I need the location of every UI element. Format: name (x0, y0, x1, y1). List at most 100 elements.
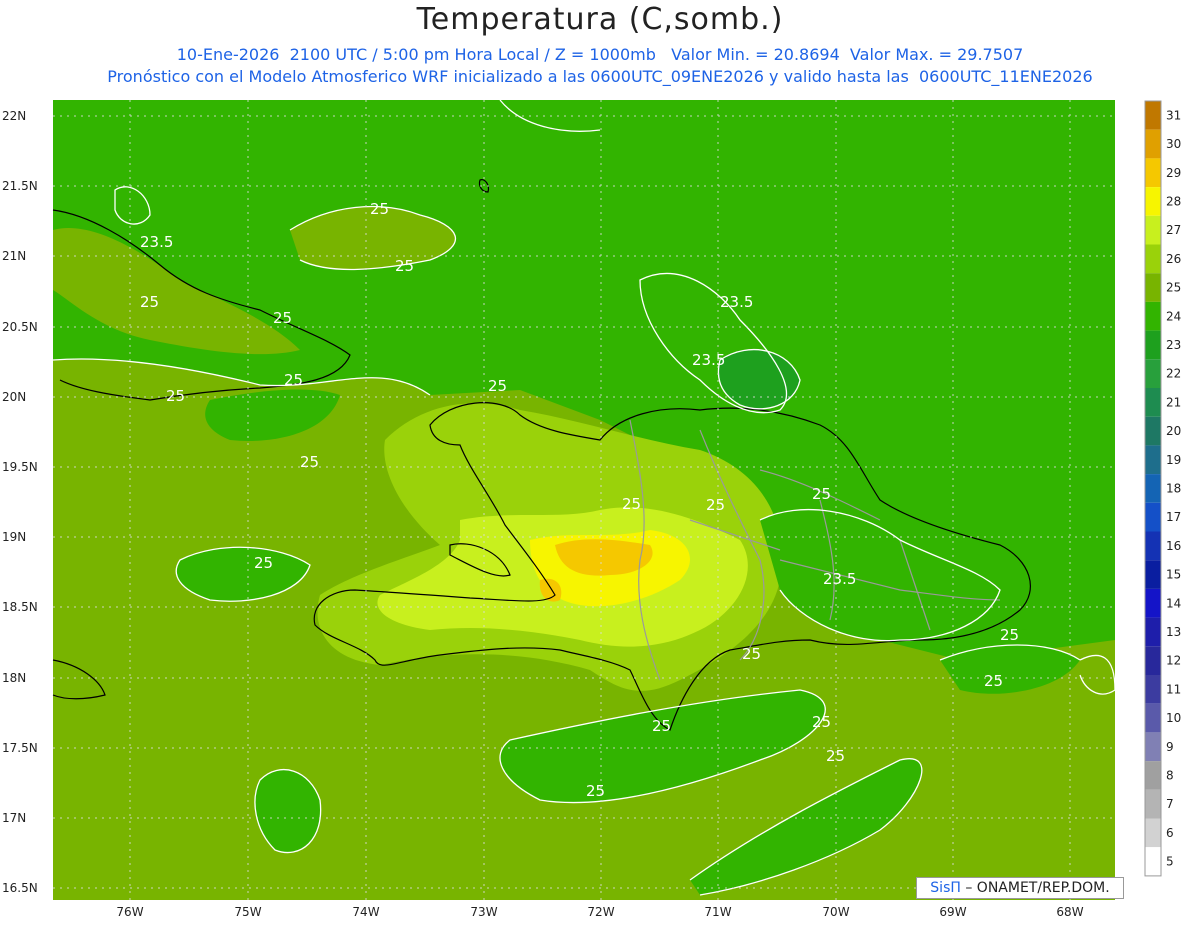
contour-label: 25 (622, 495, 641, 513)
colorbar-swatch (1145, 187, 1161, 216)
lat-label: 20.5N (2, 320, 38, 334)
lat-label: 20N (2, 390, 26, 404)
lon-label: 68W (1056, 905, 1083, 919)
temperature-map: 25 23.5 25 25 25 25 25 23.5 23.5 25 25 2… (2, 99, 1181, 919)
contour-label: 25 (812, 485, 831, 503)
lon-label: 72W (587, 905, 614, 919)
colorbar-label: 26 (1166, 252, 1181, 266)
credit-text: – ONAMET/REP.DOM. (960, 880, 1110, 896)
colorbar-label: 31 (1166, 108, 1181, 122)
contour-label: 25 (1000, 626, 1019, 644)
colorbar-label: 18 (1166, 481, 1181, 495)
colorbar-label: 21 (1166, 395, 1181, 409)
colorbar-swatch (1145, 158, 1161, 188)
colorbar-label: 7 (1166, 797, 1174, 811)
contour-label: 25 (273, 309, 292, 327)
lat-label: 18N (2, 671, 26, 685)
contour-label: 25 (254, 554, 273, 572)
colorbar-swatch (1145, 388, 1161, 417)
colorbar-label: 24 (1166, 309, 1181, 323)
latitude-labels: 22N 21.5N 21N 20.5N 20N 19.5N 19N 18.5N … (2, 109, 38, 895)
colorbar-label: 10 (1166, 711, 1181, 725)
lat-label: 22N (2, 109, 26, 123)
contour-label: 25 (395, 257, 414, 275)
colorbar-swatch (1145, 789, 1161, 819)
colorbar-label: 30 (1166, 137, 1181, 151)
colorbar-label: 14 (1166, 596, 1181, 610)
colorbar-label: 15 (1166, 568, 1181, 582)
lat-label: 18.5N (2, 600, 38, 614)
colorbar-label: 13 (1166, 625, 1181, 639)
colorbar-label: 25 (1166, 281, 1181, 295)
contour-label: 23.5 (140, 233, 173, 251)
contour-label: 25 (706, 496, 725, 514)
lon-label: 70W (822, 905, 849, 919)
colorbar-label: 6 (1166, 826, 1174, 840)
lon-label: 74W (352, 905, 379, 919)
colorbar: 31 30 29 28 27 26 25 24 23 22 21 20 19 18 17 16 15 14 13 12… (1144, 100, 1181, 877)
colorbar-swatch (1145, 761, 1161, 790)
colorbar-label: 28 (1166, 194, 1181, 208)
colorbar-swatch (1145, 273, 1161, 302)
model-info-subtitle: Pronóstico con el Modelo Atmosferico WRF… (107, 67, 1093, 86)
contour-label: 25 (370, 200, 389, 218)
colorbar-label: 16 (1166, 539, 1181, 553)
colorbar-swatch (1145, 732, 1161, 762)
colorbar-label: 19 (1166, 453, 1181, 467)
colorbar-swatch (1145, 330, 1161, 360)
contour-label: 25 (652, 717, 671, 735)
contour-label: 25 (300, 453, 319, 471)
lon-label: 73W (470, 905, 497, 919)
colorbar-label: 12 (1166, 654, 1181, 668)
contour-label: 25 (984, 672, 1003, 690)
map-title: Temperatura (C,somb.) (416, 2, 784, 37)
lat-label: 19.5N (2, 460, 38, 474)
lat-label: 17.5N (2, 741, 38, 755)
colorbar-swatch (1145, 129, 1161, 159)
colorbar-label: 22 (1166, 367, 1181, 381)
colorbar-swatch (1145, 703, 1161, 733)
contour-label: 25 (166, 387, 185, 405)
colorbar-swatch (1145, 301, 1161, 331)
contour-label: 25 (586, 782, 605, 800)
lat-label: 19N (2, 530, 26, 544)
forecast-time-subtitle: 10-Ene-2026 2100 UTC / 5:00 pm Hora Loca… (176, 45, 1024, 64)
contour-label: 25 (284, 371, 303, 389)
contour-label: 25 (140, 293, 159, 311)
colorbar-swatch (1145, 847, 1161, 876)
colorbar-label: 27 (1166, 223, 1181, 237)
colorbar-swatch (1145, 416, 1161, 446)
longitude-labels: 76W 75W 74W 73W 72W 71W 70W 69W 68W (116, 905, 1083, 919)
colorbar-label: 8 (1166, 768, 1174, 782)
colorbar-swatch (1145, 474, 1161, 503)
colorbar-label: 5 (1166, 855, 1174, 869)
contour-label: 25 (488, 377, 507, 395)
colorbar-swatch (1145, 646, 1161, 675)
colorbar-swatch (1145, 588, 1161, 618)
lon-label: 69W (939, 905, 966, 919)
colorbar-label: 23 (1166, 338, 1181, 352)
lat-label: 17N (2, 811, 26, 825)
colorbar-swatch (1145, 675, 1161, 704)
colorbar-label: 20 (1166, 424, 1181, 438)
contour-label: 23.5 (692, 351, 725, 369)
contour-label: 25 (826, 747, 845, 765)
contour-label: 23.5 (720, 293, 753, 311)
contour-label: 25 (742, 645, 761, 663)
colorbar-label: 11 (1166, 682, 1181, 696)
lat-label: 16.5N (2, 881, 38, 895)
sispi-logo: SisΠ (930, 880, 961, 896)
colorbar-label: 29 (1166, 166, 1181, 180)
contour-label: 25 (812, 713, 831, 731)
colorbar-swatch (1145, 244, 1161, 274)
lon-label: 75W (234, 905, 261, 919)
contour-label: 23.5 (823, 570, 856, 588)
colorbar-swatch (1145, 445, 1161, 475)
lat-label: 21.5N (2, 179, 38, 193)
colorbar-swatch (1145, 531, 1161, 561)
colorbar-swatch (1145, 215, 1161, 245)
colorbar-swatch (1145, 502, 1161, 532)
colorbar-swatch (1145, 818, 1161, 848)
colorbar-swatch (1145, 101, 1161, 130)
colorbar-swatch (1145, 359, 1161, 388)
